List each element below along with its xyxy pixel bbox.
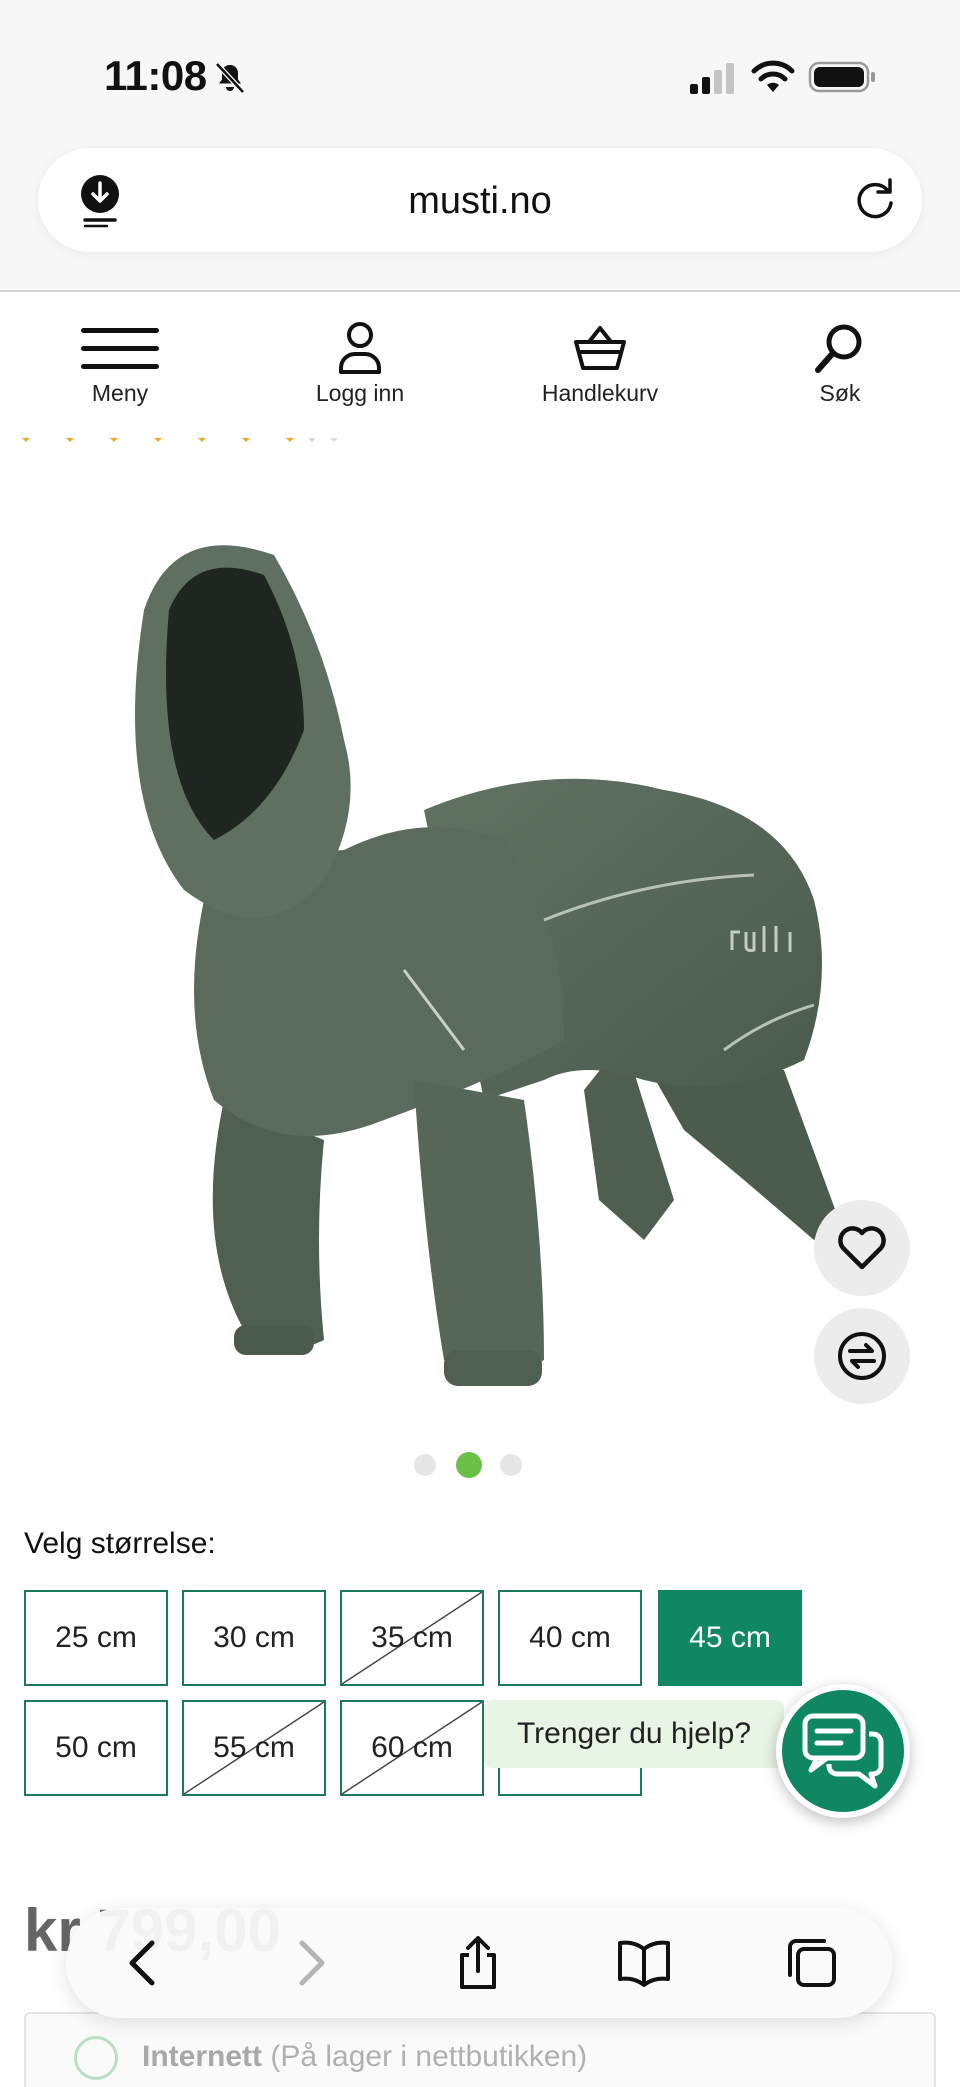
size-option[interactable]: 25 cm (24, 1590, 168, 1686)
login-label: Logg inn (315, 380, 405, 406)
shopping-basket-icon (574, 326, 626, 370)
reload-icon[interactable] (850, 174, 900, 224)
share-icon[interactable] (450, 1935, 506, 1991)
size-label: 55 cm (213, 1731, 295, 1764)
search-icon (815, 324, 862, 373)
size-option-selected[interactable]: 45 cm (658, 1590, 802, 1686)
chat-button[interactable] (776, 1684, 910, 1818)
product-image[interactable] (24, 480, 936, 1430)
forward-icon[interactable] (282, 1935, 338, 1991)
stock-note: (På lager i nettbutikken) (270, 2040, 588, 2073)
chat-bubbles-icon (802, 1713, 884, 1789)
size-label: 25 cm (55, 1621, 137, 1654)
heart-icon (838, 1226, 886, 1270)
compare-arrows-icon (838, 1332, 886, 1380)
stock-text: Internett (På lager i nettbutikken) (142, 2040, 587, 2074)
hamburger-menu-icon (81, 328, 159, 369)
menu-button[interactable]: Meny (20, 320, 220, 407)
cart-button[interactable]: Handlekurv (500, 320, 700, 407)
size-option-unavailable[interactable]: 35 cm (340, 1590, 484, 1686)
carousel-dot-active[interactable] (456, 1452, 482, 1478)
bell-muted-icon (215, 62, 245, 94)
browser-toolbar (66, 1908, 892, 2018)
wifi-icon (751, 60, 795, 92)
browser-address-area: musti.no (0, 120, 960, 292)
search-label: Søk (819, 380, 861, 406)
stock-channel: Internett (142, 2040, 262, 2073)
check-circle-icon (74, 2036, 118, 2080)
tabs-icon[interactable] (784, 1935, 840, 1991)
back-icon[interactable] (116, 1935, 172, 1991)
site-navigation: Meny Logg inn Handlekurv Søk (0, 294, 960, 430)
size-option[interactable]: 40 cm (498, 1590, 642, 1686)
size-label: 45 cm (689, 1621, 771, 1654)
user-icon (339, 322, 381, 374)
address-bar[interactable]: musti.no (38, 148, 922, 252)
size-label: 60 cm (371, 1731, 453, 1764)
size-option-unavailable[interactable]: 55 cm (182, 1700, 326, 1796)
size-label: 35 cm (371, 1621, 453, 1654)
size-label: 30 cm (213, 1621, 295, 1654)
size-option-unavailable[interactable]: 60 cm (340, 1700, 484, 1796)
carousel-dot[interactable] (414, 1454, 436, 1476)
favorite-button[interactable] (814, 1200, 910, 1296)
size-option[interactable]: 30 cm (182, 1590, 326, 1686)
menu-label: Meny (91, 380, 149, 406)
size-option[interactable]: 50 cm (24, 1700, 168, 1796)
cart-label: Handlekurv (541, 380, 659, 406)
size-label: 40 cm (529, 1621, 611, 1654)
rating-stars-clipped (22, 438, 338, 442)
image-carousel-indicator (414, 1452, 534, 1478)
bookmarks-icon[interactable] (616, 1935, 672, 1991)
login-button[interactable]: Logg inn (260, 320, 460, 407)
carousel-dot[interactable] (500, 1454, 522, 1476)
stock-status: Internett (På lager i nettbutikken) (24, 2012, 936, 2087)
url-text[interactable]: musti.no (38, 180, 922, 223)
help-bubble[interactable]: Trenger du hjelp? (484, 1700, 784, 1768)
battery-icon (808, 61, 875, 93)
cellular-signal-icon (690, 63, 734, 94)
size-heading: Velg størrelse: (24, 1527, 216, 1560)
search-button[interactable]: Søk (740, 320, 940, 407)
compare-button[interactable] (814, 1308, 910, 1404)
size-label: 50 cm (55, 1731, 137, 1764)
status-time: 11:08 (104, 52, 207, 99)
